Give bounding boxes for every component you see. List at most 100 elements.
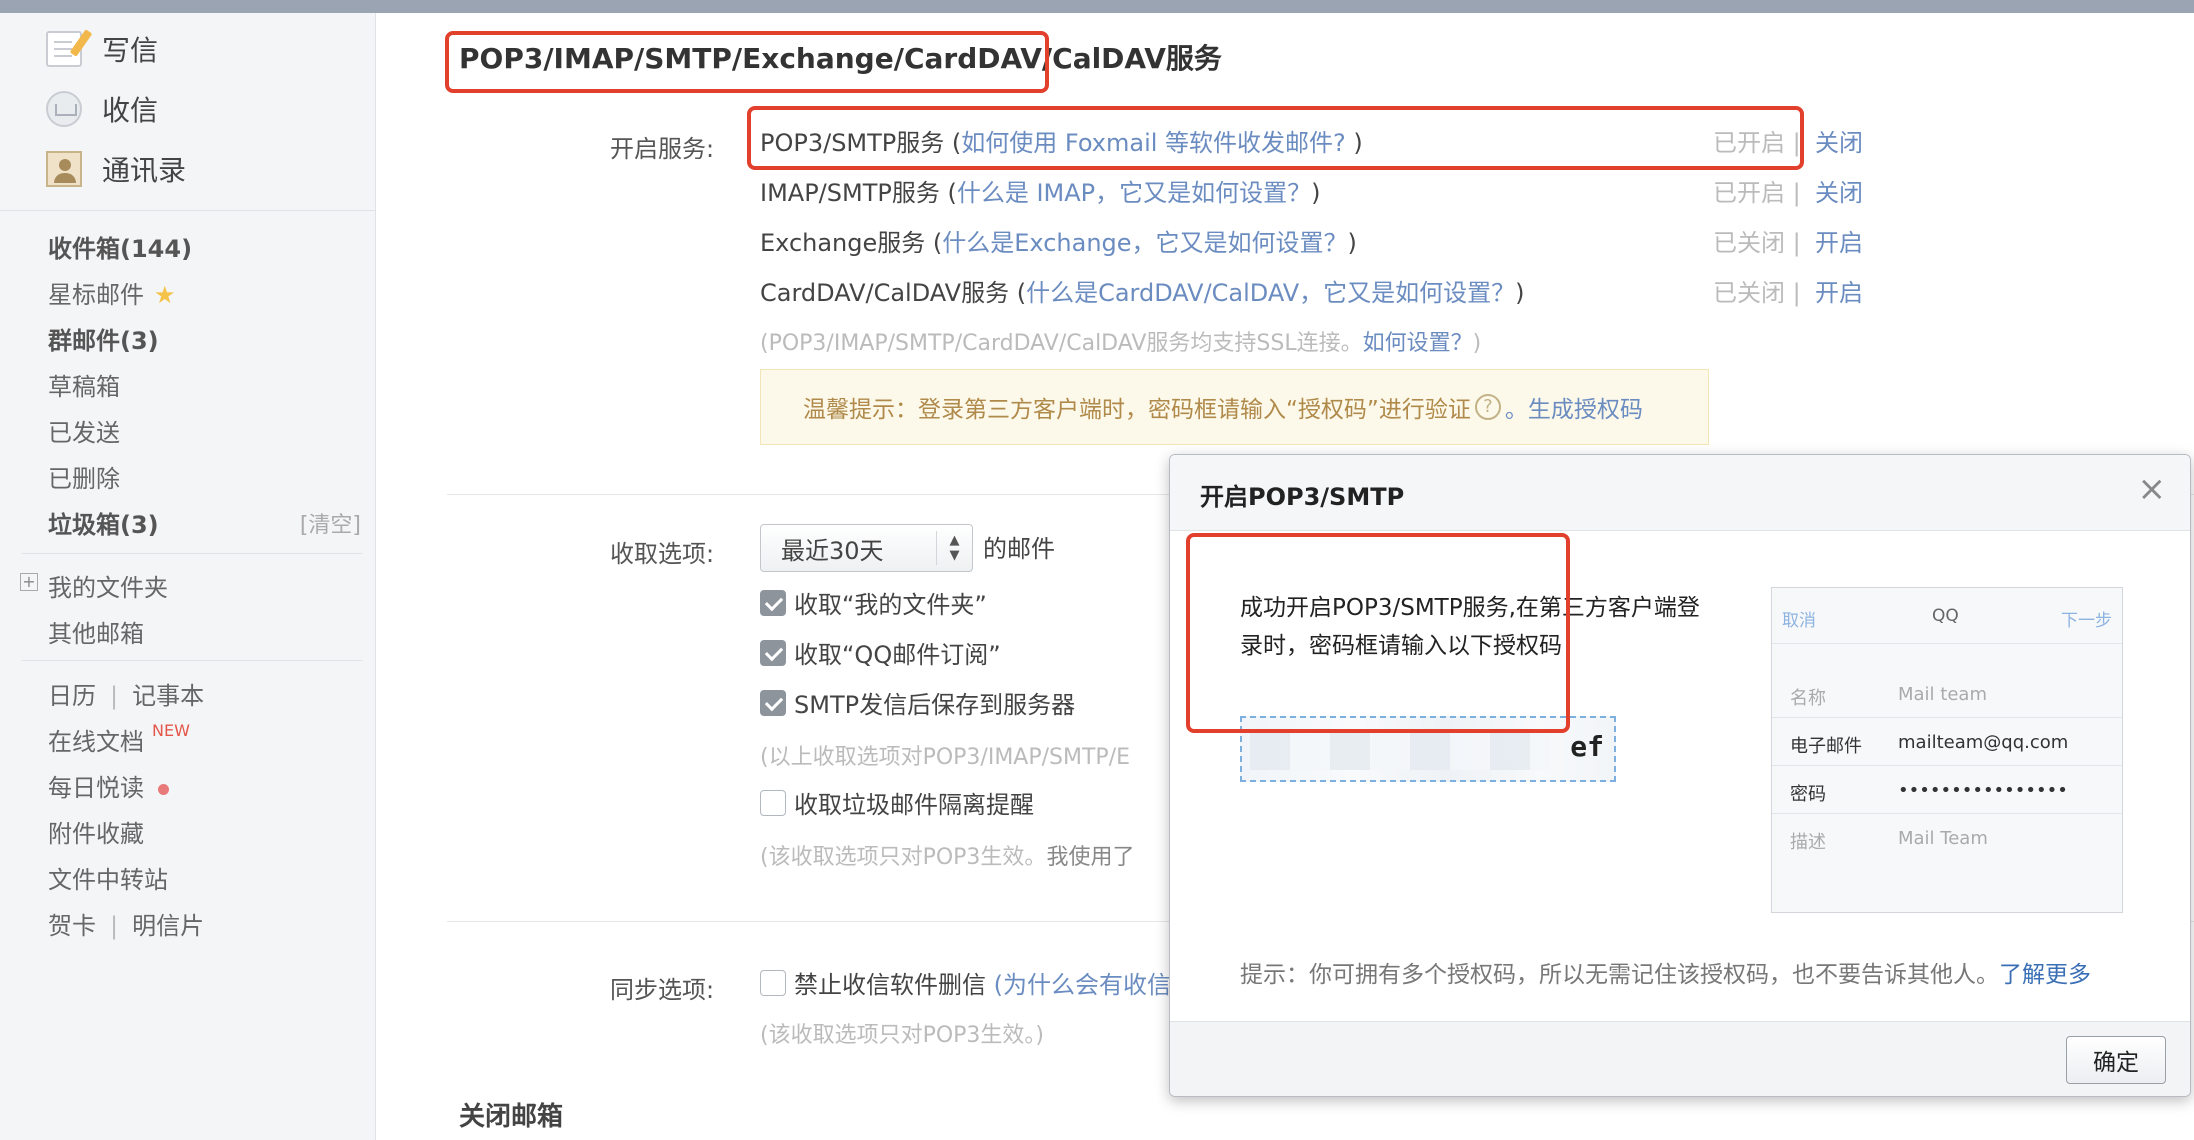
spam-note-text: (该收取选项只对POP3生效。	[760, 845, 1047, 870]
row-key: 电子邮件	[1790, 736, 1862, 757]
tools-attachments[interactable]: 附件收藏	[48, 814, 144, 849]
service-name: CardDAV/CalDAV服务 (	[760, 279, 1027, 307]
sync-note: (该收取选项只对POP3生效。)	[760, 1023, 1045, 1048]
generate-code-link[interactable]: 。生成授权码	[1505, 390, 1643, 424]
tools-file-transfer[interactable]: 文件中转站	[48, 860, 168, 895]
divider	[0, 210, 375, 211]
folder-group-mail[interactable]: 群邮件(3)	[48, 321, 159, 356]
spam-note: (该收取选项只对POP3生效。我使用了	[760, 839, 1134, 871]
folder-spam[interactable]: 垃圾箱(3)	[48, 505, 159, 540]
ssl-setup-link[interactable]: 如何设置？	[1363, 331, 1473, 356]
option-spam-alert[interactable]: 收取垃圾邮件隔离提醒	[760, 785, 1034, 820]
checkbox-unchecked[interactable]	[760, 969, 786, 996]
auth-code-tail: ef	[1570, 730, 1604, 763]
close-icon[interactable]: ×	[2138, 469, 2167, 509]
hint-text: 提示：你可拥有多个授权码，所以无需记住该授权码，也不要告诉其他人。	[1240, 962, 1999, 988]
row-value: mailteam@qq.com	[1898, 732, 2069, 753]
checkbox-checked[interactable]	[760, 689, 786, 716]
tools-online-docs[interactable]: 在线文档 NEW	[48, 721, 190, 757]
service-pop3-smtp: POP3/SMTP服务 (如何使用 Foxmail 等软件收发邮件? )	[760, 123, 1363, 158]
sync-help-link[interactable]: (为什么会有收信	[994, 965, 1171, 1000]
option-qq-subscription[interactable]: 收取“QQ邮件订阅”	[760, 635, 1001, 670]
service-help-link[interactable]: 什么是CardDAV/CalDAV，它又是如何设置？	[1026, 279, 1515, 307]
auth-code-field[interactable]: ef	[1240, 716, 1616, 782]
service-help-link[interactable]: 什么是Exchange，它又是如何设置？	[942, 229, 1347, 257]
receive-options-label: 收取选项:	[610, 540, 715, 568]
notebook-link[interactable]: 记事本	[132, 682, 204, 710]
confirm-button[interactable]: 确定	[2066, 1036, 2166, 1084]
folder-my-folders[interactable]: 我的文件夹	[48, 568, 168, 603]
row-key: 描述	[1790, 832, 1826, 853]
write-mail-button[interactable]: 写信	[46, 26, 158, 72]
separator: |	[110, 912, 119, 940]
top-strip	[0, 0, 2194, 13]
checkbox-checked[interactable]	[760, 639, 786, 666]
option-label: 收取垃圾邮件隔离提醒	[794, 791, 1034, 819]
folder-deleted[interactable]: 已删除	[48, 459, 120, 494]
write-label: 写信	[102, 34, 159, 67]
folder-sent[interactable]: 已发送	[48, 413, 120, 448]
divider	[22, 660, 362, 661]
learn-more-link[interactable]: 了解更多	[1999, 962, 2091, 988]
option-smtp-save[interactable]: SMTP发信后保存到服务器	[760, 685, 1075, 720]
receive-mail-button[interactable]: 收信	[46, 86, 158, 132]
checkbox-checked[interactable]	[760, 589, 786, 616]
receive-period-select[interactable]: 最近30天 ▲ ▼	[760, 524, 973, 572]
warm-tip-box: 温馨提示：登录第三方客户端时，密码框请输入“授权码”进行验证? 。生成授权码	[760, 369, 1709, 445]
sync-options-label: 同步选项:	[610, 976, 715, 1004]
folder-drafts[interactable]: 草稿箱	[48, 367, 120, 402]
service-toggle-button[interactable]: 关闭	[1815, 173, 1863, 208]
receive-label: 收信	[102, 94, 159, 127]
expand-plus-icon[interactable]: +	[20, 573, 38, 591]
service-paren: )	[1345, 129, 1363, 157]
tools-row-cards: 贺卡 | 明信片	[48, 906, 204, 941]
tip-text: 温馨提示：登录第三方客户端时，密码框请输入“授权码”进行验证	[803, 397, 1471, 423]
postcard-link[interactable]: 明信片	[132, 912, 204, 940]
service-help-link[interactable]: 如何使用 Foxmail 等软件收发邮件?	[961, 129, 1346, 157]
greeting-card-link[interactable]: 贺卡	[48, 912, 96, 940]
service-paren: )	[1311, 179, 1321, 207]
service-state: 已开启 |	[1713, 129, 1801, 157]
service-toggle-button[interactable]: 开启	[1815, 223, 1863, 258]
option-label: 收取“QQ邮件订阅”	[794, 641, 1001, 669]
daily-reading-label: 每日悦读	[48, 774, 144, 802]
phone-title: QQ	[1932, 606, 1959, 626]
service-name: POP3/SMTP服务 (	[760, 129, 962, 157]
service-state: 已关闭 |	[1713, 279, 1801, 307]
question-icon[interactable]: ?	[1474, 394, 1501, 420]
service-paren: )	[1347, 229, 1357, 257]
row-value: ••••••••••••••••	[1898, 780, 2068, 801]
option-my-folders[interactable]: 收取“我的文件夹”	[760, 585, 987, 620]
folder-inbox[interactable]: 收件箱(144)	[48, 229, 192, 264]
separator: |	[110, 682, 119, 710]
contacts-label: 通讯录	[102, 154, 187, 187]
spam-clear-link[interactable]: [清空]	[300, 507, 361, 539]
contacts-button[interactable]: 通讯录	[46, 146, 186, 192]
ssl-note-close: )	[1472, 331, 1482, 356]
folder-other-mailboxes[interactable]: 其他邮箱	[48, 614, 144, 649]
online-docs-label: 在线文档	[48, 728, 144, 756]
checkbox-unchecked[interactable]	[760, 789, 786, 816]
folder-starred-label: 星标邮件	[48, 281, 144, 309]
star-icon: ★	[154, 281, 176, 309]
calendar-link[interactable]: 日历	[48, 682, 96, 710]
service-imap-smtp: IMAP/SMTP服务 (什么是 IMAP，它又是如何设置？)	[760, 173, 1321, 208]
service-help-link[interactable]: 什么是 IMAP，它又是如何设置？	[957, 179, 1311, 207]
tools-row-calendar: 日历 | 记事本	[48, 676, 204, 711]
option-no-delete[interactable]: 禁止收信软件删信 (为什么会有收信	[760, 965, 1171, 1000]
service-toggle-button[interactable]: 关闭	[1815, 123, 1863, 158]
new-badge: NEW	[152, 721, 190, 740]
row-key: 密码	[1790, 784, 1826, 805]
unread-dot	[158, 783, 169, 795]
service-toggle-button[interactable]: 开启	[1815, 273, 1863, 308]
tools-daily-reading[interactable]: 每日悦读	[48, 768, 169, 803]
select-updown-icon: ▲ ▼	[936, 531, 972, 565]
folder-starred[interactable]: 星标邮件 ★	[48, 275, 176, 310]
spam-note-link[interactable]: 我使用了	[1046, 845, 1134, 870]
row-value: Mail Team	[1898, 828, 1988, 849]
dialog-title: 开启POP3/SMTP	[1200, 483, 1405, 511]
option-label: SMTP发信后保存到服务器	[794, 691, 1076, 719]
inbox-icon	[46, 91, 82, 127]
options-note: (以上收取选项对POP3/IMAP/SMTP/E	[760, 745, 1131, 770]
dialog-header: 开启POP3/SMTP ×	[1170, 455, 2190, 531]
